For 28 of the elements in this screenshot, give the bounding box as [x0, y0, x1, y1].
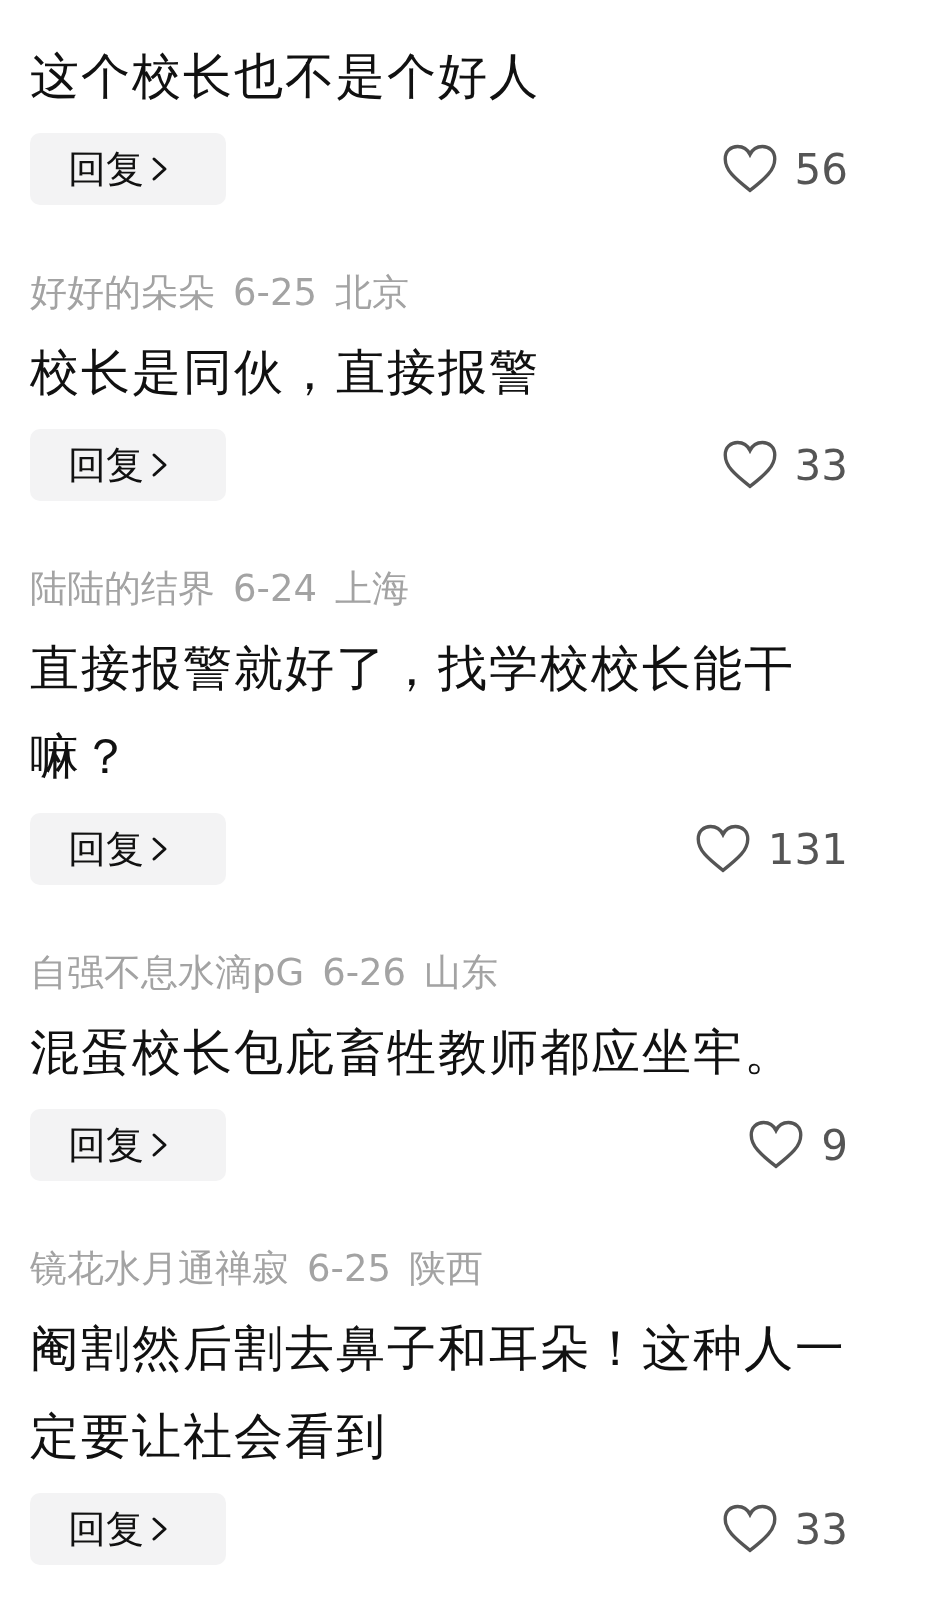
heart-icon[interactable]: [722, 440, 777, 490]
heart-icon[interactable]: [695, 824, 750, 874]
comment-date: 6-25: [233, 270, 317, 316]
comment-region: 山东: [424, 950, 499, 996]
comment-region: 上海: [335, 566, 409, 612]
reply-button[interactable]: 回复: [30, 813, 226, 885]
like-count: 33: [794, 440, 848, 490]
reply-button[interactable]: 回复: [30, 133, 226, 205]
like-count: 33: [794, 1504, 848, 1554]
heart-icon[interactable]: [722, 144, 777, 194]
comment-text: 阉割然后割去鼻子和耳朵！这种人一定要让社会看到: [30, 1319, 847, 1467]
reply-button[interactable]: 回复: [30, 1109, 226, 1181]
heart-icon[interactable]: [722, 1504, 777, 1554]
comment-text: 这个校长也不是个好人: [30, 47, 541, 107]
comment-text: 校长是同伙，直接报警: [30, 343, 541, 403]
comment-region: 陕西: [409, 1246, 483, 1292]
like-count: 56: [794, 144, 848, 194]
comment-date: 6-25: [307, 1246, 391, 1292]
comment-date: 6-24: [233, 566, 317, 612]
comment-date: 6-26: [322, 950, 407, 996]
like-count: 9: [821, 1120, 848, 1170]
comment-region: 北京: [335, 270, 409, 316]
comment-text: 混蛋校长包庇畜牲教师都应坐牢。: [30, 1023, 796, 1083]
reply-button[interactable]: 回复: [30, 429, 226, 501]
heart-icon[interactable]: [749, 1120, 804, 1170]
reply-button[interactable]: 回复: [30, 1493, 226, 1565]
like-count: 131: [767, 824, 848, 874]
comment-text: 直接报警就好了，找学校校长能干嘛？: [30, 639, 796, 787]
